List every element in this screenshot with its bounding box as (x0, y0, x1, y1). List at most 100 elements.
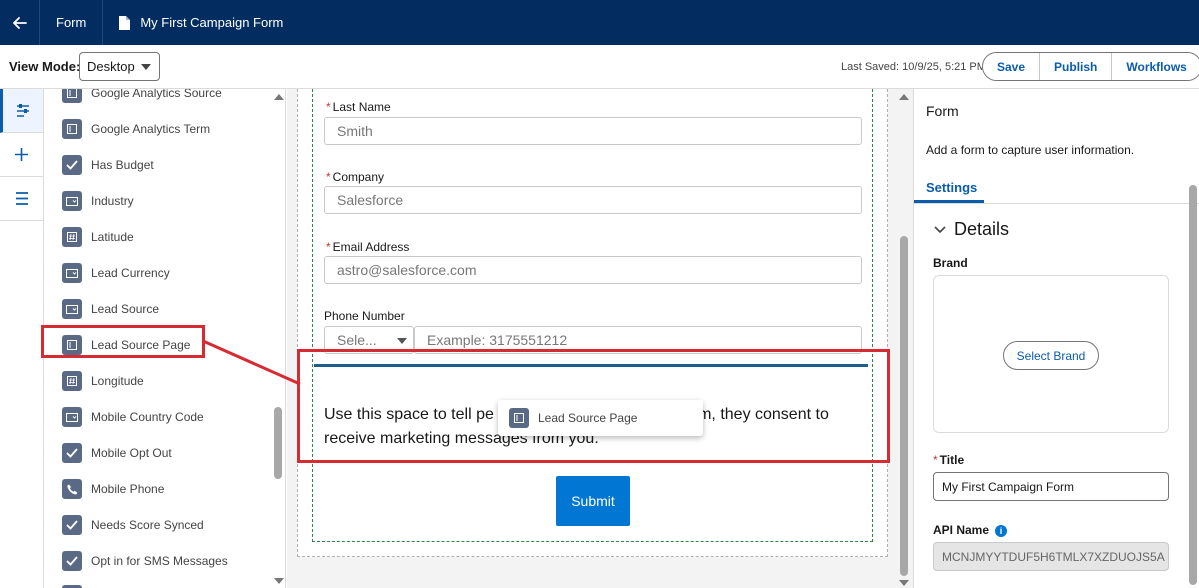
workflows-button[interactable]: Workflows (1112, 53, 1199, 80)
api-name-label: API Name i (933, 523, 1008, 537)
fields-icon (17, 103, 29, 117)
submit-button[interactable]: Submit (556, 476, 630, 526)
brand-box: Select Brand (933, 275, 1169, 433)
field-list-scrollbar[interactable] (274, 407, 282, 479)
field-list-item[interactable]: Longitude (62, 370, 144, 392)
scroll-down-icon[interactable] (274, 578, 284, 584)
field-list-item-label: Mobile Phone (91, 482, 165, 496)
field-list-item[interactable]: Lead Currency (62, 262, 170, 284)
tab-settings[interactable]: Settings (926, 180, 977, 195)
field-list-item-label: Latitude (91, 230, 134, 244)
checkbox-icon (62, 155, 82, 175)
field-list-item[interactable]: Mobile Phone (62, 478, 164, 500)
view-mode-label: View Mode: (9, 59, 81, 74)
company-label: * Company (326, 170, 385, 184)
view-mode-select[interactable]: Desktop (79, 52, 160, 81)
last-name-label: * Last Name (326, 100, 391, 114)
text-field-icon (62, 119, 82, 139)
field-list-item[interactable]: Google Analytics Source (62, 89, 222, 104)
title-label: * Title (933, 453, 965, 467)
select-brand-button[interactable]: Select Brand (1003, 341, 1099, 370)
annotation-arrow (203, 339, 301, 386)
field-list-item[interactable]: Has Budget (62, 154, 154, 176)
canvas-scroll-up-icon[interactable] (899, 94, 909, 100)
rail-add-button[interactable] (0, 133, 43, 177)
field-list-item-label: Needs Score Synced (91, 518, 204, 532)
chevron-down-icon (141, 64, 151, 70)
document-icon (119, 15, 131, 30)
field-list-item[interactable]: Latitude (62, 226, 134, 248)
field-list-item-label: Has Budget (91, 158, 154, 172)
details-heading: Details (954, 219, 1010, 239)
toolbar: View Mode: Desktop Last Saved: 10/9/25, … (0, 45, 1199, 89)
title-input[interactable]: My First Campaign Form (933, 472, 1169, 501)
breadcrumb-form[interactable]: Form (40, 0, 104, 45)
number-icon (62, 227, 82, 247)
field-list-item[interactable]: Mobile Country Code (62, 406, 204, 428)
field-list-item[interactable]: Industry (62, 190, 134, 212)
save-button[interactable]: Save (983, 53, 1041, 80)
info-icon[interactable]: i (995, 524, 1008, 537)
panel-description: Add a form to capture user information. (926, 143, 1135, 157)
brand-label: Brand (933, 256, 968, 270)
panel-title: Form (926, 103, 959, 119)
field-list-item-label: Longitude (91, 374, 144, 388)
left-rail (0, 89, 44, 588)
api-name-input: MCNJMYYTDUF5H6TMLX7XZDUOJS5A (933, 542, 1169, 571)
field-list-item-label: Google Analytics Source (91, 89, 222, 100)
email-label: * Email Address (326, 240, 410, 254)
action-button-group: Save Publish Workflows (982, 52, 1199, 81)
canvas-scrollbar[interactable] (900, 236, 908, 576)
properties-panel: Form Add a form to capture user informat… (913, 89, 1199, 588)
rail-fields-button[interactable] (0, 89, 43, 133)
phone-icon (62, 479, 82, 499)
field-list-item-label: Lead Source (91, 302, 160, 316)
chevron-down-icon (397, 338, 407, 344)
last-name-input[interactable]: Smith (324, 117, 862, 145)
arrow-left-icon (12, 16, 27, 29)
email-input[interactable]: astro@salesforce.com (324, 256, 862, 284)
tab-divider (914, 203, 1199, 204)
field-list-item[interactable]: Google Analytics Term (62, 118, 210, 140)
rail-outline-button[interactable] (0, 177, 43, 221)
plus-icon (15, 148, 28, 161)
text-field-icon (62, 89, 82, 103)
field-list-item[interactable]: Opt in for SMS Messages (62, 550, 228, 572)
form-canvas: * Last Name Smith * Company Salesforce * Em… (287, 89, 913, 588)
annotation-highlight-field (41, 325, 205, 358)
number-icon (62, 371, 82, 391)
field-list-item[interactable]: Mobile Opt Out (62, 442, 172, 464)
scroll-up-icon[interactable] (274, 94, 284, 100)
back-button[interactable] (0, 0, 40, 45)
field-list-item[interactable] (62, 584, 82, 588)
field-list-item[interactable]: Lead Source (62, 298, 159, 320)
field-list-item-label: Opt in for SMS Messages (91, 554, 228, 568)
details-section-toggle[interactable]: Details (934, 219, 1009, 240)
field-list-item[interactable]: Needs Score Synced (62, 514, 204, 536)
page-title-text: My First Campaign Form (140, 15, 284, 30)
panel-scrollbar[interactable] (1189, 185, 1197, 585)
checkbox-icon (62, 515, 82, 535)
app-header: Form My First Campaign Form (0, 0, 1199, 45)
field-list-item-label: Mobile Country Code (91, 410, 204, 424)
picklist-icon (62, 263, 82, 283)
picklist-icon (62, 299, 82, 319)
phone-country-value: Sele... (337, 332, 377, 348)
chevron-down-icon (934, 225, 946, 233)
last-saved-text: Last Saved: 10/9/25, 5:21 PM (841, 61, 986, 73)
phone-label: Phone Number (324, 309, 405, 323)
picklist-icon (62, 191, 82, 211)
field-list-item-label: Lead Currency (91, 266, 170, 280)
field-list-item-label: Industry (91, 194, 134, 208)
list-icon (15, 192, 28, 205)
checkbox-icon (62, 443, 82, 463)
field-list-item-label: Mobile Opt Out (91, 446, 172, 460)
checkbox-icon (62, 551, 82, 571)
canvas-scroll-down-icon[interactable] (899, 580, 909, 586)
company-input[interactable]: Salesforce (324, 186, 862, 214)
field-list-item-label: Google Analytics Term (91, 122, 211, 136)
view-mode-value: Desktop (87, 59, 135, 74)
page-title: My First Campaign Form (103, 15, 283, 30)
annotation-highlight-drop (297, 349, 890, 463)
publish-button[interactable]: Publish (1040, 53, 1113, 80)
